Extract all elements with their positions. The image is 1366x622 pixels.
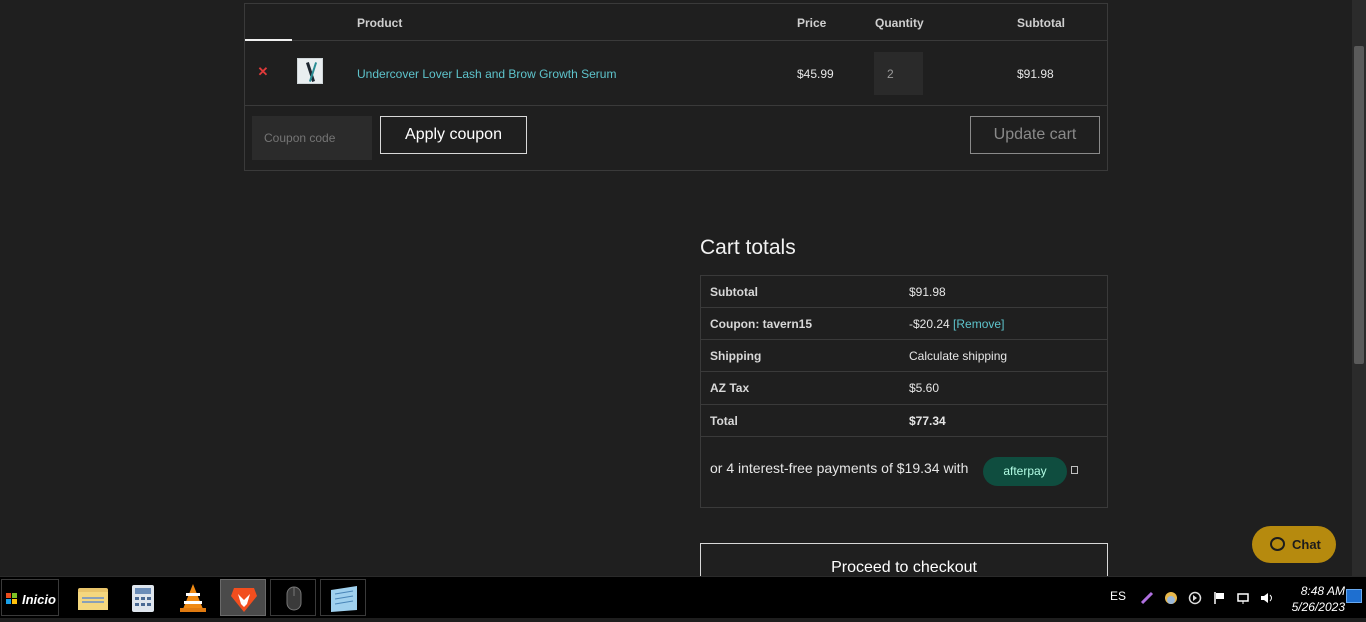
subtotal-value: $91.98	[909, 285, 946, 299]
start-label: Inicio	[22, 592, 56, 607]
clock-time: 8:48 AM	[1300, 584, 1345, 598]
calculate-shipping-link[interactable]: Calculate shipping	[909, 349, 1007, 363]
windows-logo-icon	[6, 593, 17, 604]
header-subtotal: Subtotal	[1017, 16, 1065, 30]
pen-icon[interactable]	[1140, 591, 1154, 605]
start-button[interactable]: Inicio	[1, 579, 59, 616]
coupon-discount-value: -$20.24	[909, 317, 950, 331]
language-indicator[interactable]: ES	[1110, 589, 1126, 603]
clock-date: 5/26/2023	[1291, 600, 1345, 614]
header-product: Product	[357, 16, 403, 30]
totals-row-total: Total $77.34	[701, 405, 1107, 437]
shipping-label: Shipping	[710, 349, 762, 363]
afterpay-message: or 4 interest-free payments of $19.34 wi…	[710, 460, 969, 476]
brave-browser-button[interactable]	[220, 579, 266, 616]
afterpay-info-icon[interactable]	[1071, 466, 1078, 474]
system-clock[interactable]: 8:48 AM 5/26/2023	[1285, 583, 1345, 615]
totals-row-shipping: Shipping Calculate shipping	[701, 340, 1107, 372]
chat-button[interactable]: Chat	[1252, 526, 1336, 563]
quantity-input[interactable]: 2	[874, 52, 923, 95]
show-desktop-button[interactable]	[1346, 589, 1362, 603]
scrollbar-thumb[interactable]	[1354, 46, 1364, 364]
browser-viewport: Product Price Quantity Subtotal ✕ Underc…	[0, 0, 1352, 576]
cart-table-header: Product Price Quantity Subtotal	[245, 4, 1107, 41]
cart-totals-title: Cart totals	[700, 236, 796, 259]
header-quantity: Quantity	[875, 16, 924, 30]
windows-taskbar: Inicio ES 8:48 AM 5/26/2023	[0, 576, 1366, 618]
apply-coupon-button[interactable]: Apply coupon	[380, 116, 527, 154]
page-scrollbar[interactable]	[1352, 0, 1366, 576]
tax-label: AZ Tax	[710, 381, 750, 395]
mouse-settings-button[interactable]	[270, 579, 316, 616]
calculator-button[interactable]	[120, 579, 166, 616]
proceed-to-checkout-button[interactable]: Proceed to checkout	[700, 543, 1108, 576]
update-cart-button[interactable]: Update cart	[970, 116, 1100, 154]
calculator-icon	[132, 585, 154, 612]
vlc-button[interactable]	[170, 579, 216, 616]
product-subtotal: $91.98	[1017, 67, 1054, 81]
totals-row-coupon: Coupon: tavern15 -$20.24 [Remove]	[701, 308, 1107, 340]
remove-item-icon[interactable]: ✕	[257, 65, 269, 78]
mouse-icon	[286, 586, 302, 611]
notepad-button[interactable]	[320, 579, 366, 616]
product-thumbnail[interactable]	[297, 58, 323, 84]
cart-table: Product Price Quantity Subtotal ✕ Underc…	[244, 3, 1108, 171]
tax-value: $5.60	[909, 381, 940, 395]
total-value: $77.34	[909, 414, 946, 428]
totals-row-subtotal: Subtotal $91.98	[701, 276, 1107, 308]
notepad-icon	[331, 586, 357, 612]
cart-actions: Apply coupon Update cart	[245, 106, 1107, 170]
total-label: Total	[710, 414, 738, 428]
coupon-code-input[interactable]	[252, 116, 372, 160]
afterpay-logo[interactable]: afterpay	[983, 457, 1067, 486]
header-price: Price	[797, 16, 827, 30]
vlc-cone-icon	[180, 584, 206, 612]
network-icon[interactable]	[1236, 591, 1250, 605]
coupon-value-group: -$20.24 [Remove]	[909, 317, 1004, 331]
product-name-link[interactable]: Undercover Lover Lash and Brow Growth Se…	[357, 67, 616, 81]
cart-totals-table: Subtotal $91.98 Coupon: tavern15 -$20.24…	[700, 275, 1108, 508]
file-explorer-button[interactable]	[70, 579, 116, 616]
totals-row-tax: AZ Tax $5.60	[701, 372, 1107, 405]
coupon-label: Coupon: tavern15	[710, 317, 813, 331]
brave-lion-icon	[231, 588, 257, 612]
folder-icon	[78, 588, 108, 610]
weather-icon[interactable]	[1164, 591, 1178, 605]
cart-item-row: ✕ Undercover Lover Lash and Brow Growth …	[245, 41, 1107, 106]
action-center-flag-icon[interactable]	[1212, 591, 1226, 605]
subtotal-label: Subtotal	[710, 285, 758, 299]
chat-label: Chat	[1292, 537, 1321, 552]
volume-icon[interactable]	[1260, 591, 1274, 605]
sync-icon[interactable]	[1188, 591, 1202, 605]
chat-bubble-icon	[1270, 537, 1285, 551]
product-price: $45.99	[797, 67, 834, 81]
remove-coupon-link[interactable]: [Remove]	[953, 317, 1004, 331]
